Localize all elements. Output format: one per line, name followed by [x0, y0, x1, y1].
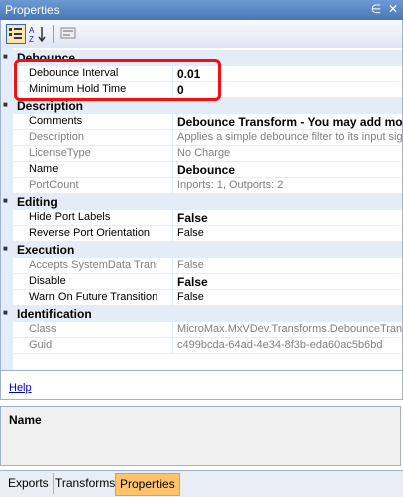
- property-name: LicenseType: [29, 147, 91, 159]
- collapse-icon[interactable]: ■: [3, 309, 11, 317]
- window-title: Properties: [5, 3, 60, 17]
- category-editing[interactable]: ■ Editing: [1, 194, 402, 210]
- property-name: Reverse Port Orientation: [29, 227, 151, 239]
- help-link[interactable]: Help: [9, 382, 32, 394]
- tab-properties[interactable]: Properties: [115, 473, 180, 496]
- property-value[interactable]: c499bcda-64ad-4e34-8f3b-eda60ac5b6bd: [177, 339, 402, 351]
- property-pages-icon[interactable]: [59, 24, 79, 44]
- category-identification[interactable]: ■ Identification: [1, 306, 402, 322]
- bottom-tab-strip: Exports Transforms Properties: [0, 470, 403, 497]
- toolbar-separator: [53, 25, 54, 43]
- close-icon[interactable]: ✕: [386, 2, 400, 16]
- property-value[interactable]: False: [177, 259, 402, 271]
- property-value[interactable]: Debounce Transform - You may add mo: [177, 115, 402, 129]
- property-value[interactable]: Debounce: [177, 163, 402, 177]
- property-row[interactable]: Comments Debounce Transform - You may add…: [13, 114, 402, 130]
- property-name: Comments: [29, 115, 83, 127]
- toolbar: AZ: [0, 20, 403, 48]
- property-row[interactable]: Disable False: [13, 274, 402, 290]
- property-value[interactable]: Inports: 1, Outports: 2: [177, 179, 402, 191]
- svg-text:A: A: [29, 26, 35, 35]
- property-name: Disable: [29, 275, 66, 287]
- description-pane: Name: [0, 406, 401, 466]
- svg-text:Z: Z: [29, 35, 34, 44]
- property-row[interactable]: Reverse Port Orientation False: [13, 226, 402, 242]
- property-name: PortCount: [29, 179, 79, 191]
- commands-pane: Help: [0, 370, 403, 400]
- tab-exports[interactable]: Exports: [4, 473, 54, 494]
- property-name: Hide Port Labels: [29, 211, 111, 223]
- property-name: Class: [29, 323, 57, 335]
- pin-icon[interactable]: ∈: [369, 2, 383, 16]
- property-name: Accepts SystemData Transitions: [29, 259, 157, 271]
- property-row[interactable]: PortCount Inports: 1, Outports: 2: [13, 178, 402, 194]
- property-row[interactable]: Description Applies a simple debounce fil…: [13, 130, 402, 146]
- property-row[interactable]: Hide Port Labels False: [13, 210, 402, 226]
- property-value[interactable]: MicroMax.MxVDev.Transforms.DebounceTrans: [177, 323, 402, 335]
- property-value[interactable]: Applies a simple debounce filter to its …: [177, 131, 402, 143]
- collapse-icon[interactable]: ■: [3, 53, 11, 61]
- collapse-icon[interactable]: ■: [3, 197, 11, 205]
- collapse-icon[interactable]: ■: [3, 101, 11, 109]
- property-row[interactable]: Guid c499bcda-64ad-4e34-8f3b-eda60ac5b6bd: [13, 338, 402, 354]
- category-label: Description: [17, 99, 84, 113]
- property-value[interactable]: False: [177, 227, 402, 239]
- property-value[interactable]: False: [177, 211, 402, 225]
- category-label: Execution: [17, 243, 75, 257]
- category-label: Editing: [17, 195, 58, 209]
- property-name: Warn On Future Transitions: [29, 291, 157, 303]
- property-name: Description: [29, 131, 85, 143]
- property-row[interactable]: Accepts SystemData Transitions False: [13, 258, 402, 274]
- property-row[interactable]: Name Debounce: [13, 162, 402, 178]
- property-name: Name: [29, 163, 59, 175]
- property-value[interactable]: False: [177, 275, 402, 289]
- category-label: Identification: [17, 307, 92, 321]
- categorized-icon[interactable]: [6, 24, 26, 44]
- property-row[interactable]: Class MicroMax.MxVDev.Transforms.Debounce…: [13, 322, 402, 338]
- property-name: Guid: [29, 339, 53, 351]
- property-row[interactable]: Warn On Future Transitions False: [13, 290, 402, 306]
- category-execution[interactable]: ■ Execution: [1, 242, 402, 258]
- description-title: Name: [9, 413, 42, 427]
- alphabetical-icon[interactable]: AZ: [28, 24, 48, 44]
- property-value[interactable]: No Charge: [177, 147, 402, 159]
- tab-transforms[interactable]: Transforms: [51, 473, 121, 494]
- collapse-icon[interactable]: ■: [3, 245, 11, 253]
- title-bar: Properties ∈ ✕: [0, 0, 403, 20]
- property-value[interactable]: False: [177, 291, 402, 303]
- highlight-annotation: [14, 59, 221, 101]
- property-row[interactable]: LicenseType No Charge: [13, 146, 402, 162]
